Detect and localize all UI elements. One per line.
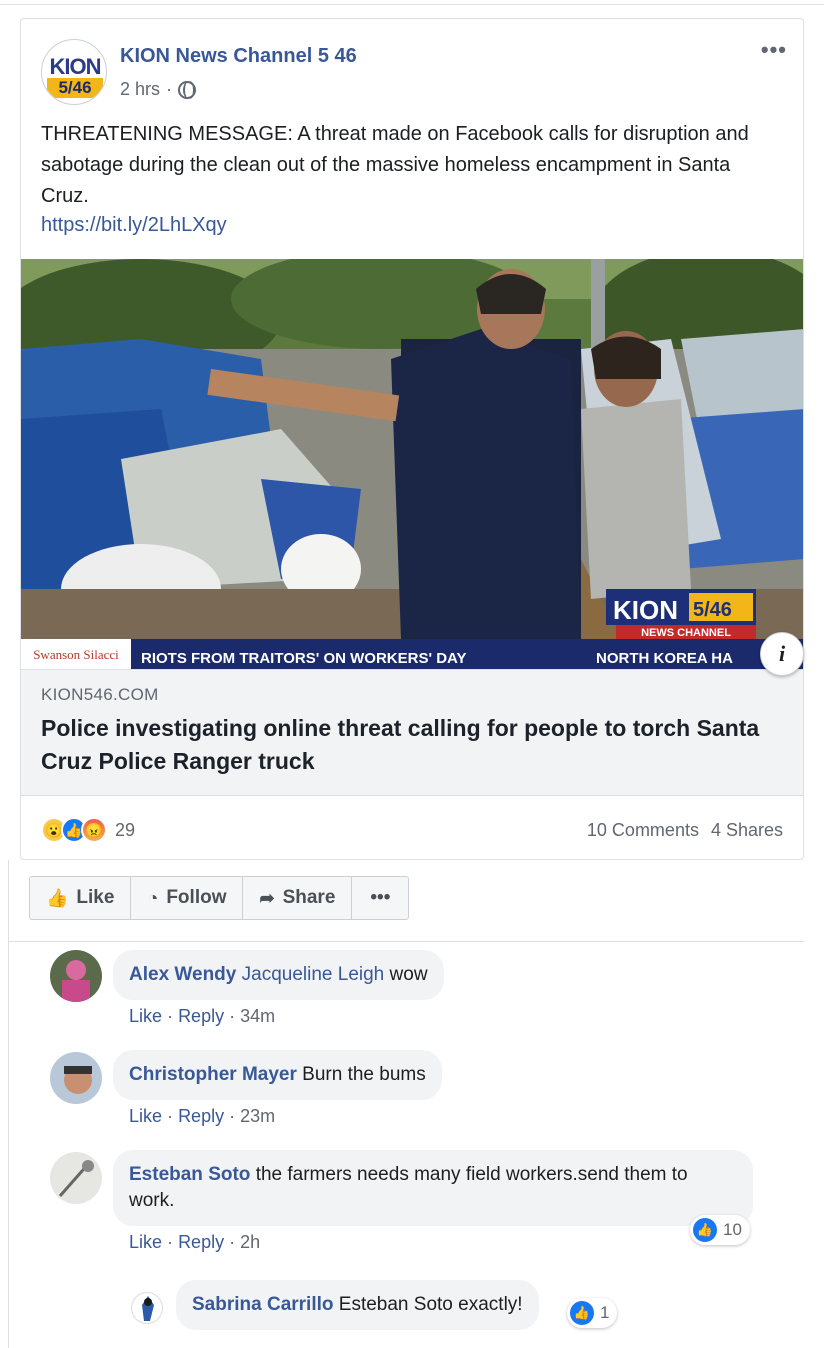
comment-bubble: Christopher Mayer Burn the bums [113,1050,442,1100]
news-image[interactable]: Swanson Silacci RIOTS FROM TRAITORS' ON … [21,259,803,669]
thumbs-up-icon: 👍 [570,1301,594,1325]
comment-author[interactable]: Christopher Mayer [129,1064,297,1085]
comment-bubble: Alex Wendy Jacqueline Leigh wow [113,950,444,1000]
comment-bubble: Esteban Soto the farmers needs many fiel… [113,1150,753,1226]
comment-like-link[interactable]: Like [129,1106,162,1126]
meta-separator: · [167,1232,174,1252]
comment-time[interactable]: 23m [240,1106,275,1126]
avatar-photo [142,1296,154,1321]
meta-separator: · [229,1106,236,1126]
top-divider [0,4,824,5]
comment-like-count[interactable]: 👍 10 [690,1215,750,1245]
reply-author[interactable]: Sabrina Carrillo [192,1294,334,1315]
shares-count[interactable]: 4 Shares [711,820,783,841]
comment-actions: Like · Reply · 2h [129,1232,260,1253]
ticker-right-text: NORTH KOREA HA [596,650,733,667]
action-bar-container: 👍 Like ◔ Follow ➦ Share ••• [8,860,804,942]
info-icon[interactable]: i [760,632,804,676]
comment-reply-link[interactable]: Reply [178,1232,224,1252]
post-options-icon[interactable]: ••• [761,37,787,63]
comment-reply-link[interactable]: Reply [178,1006,224,1026]
meta-separator: · [229,1006,236,1026]
more-actions-icon: ••• [370,887,391,908]
like-label: Like [76,887,115,908]
avatar[interactable] [131,1292,163,1324]
comment-actions: Like · Reply · 23m [129,1106,275,1127]
comment-like-number: 10 [723,1220,742,1239]
meta-separator: · [167,1006,174,1026]
bug-subtitle: NEWS CHANNEL [641,627,731,639]
bug-logo-text: KION [613,595,678,625]
follow-button[interactable]: ◔ Follow [131,877,244,919]
attachment-domain: KION546.COM [41,685,159,704]
comments-count[interactable]: 10 Comments [587,820,699,841]
avatar-channel-number: 5/46 [47,78,103,98]
thumbs-up-icon: 👍 [693,1218,717,1242]
post-counts: 10 Comments 4 Shares [587,820,783,841]
reply-like-count[interactable]: 👍 1 [567,1298,618,1328]
post-timestamp[interactable]: 2 hrs [120,79,160,100]
ticker-left-text: RIOTS FROM TRAITORS' ON WORKERS' DAY [141,650,466,667]
post-text: THREATENING MESSAGE: A threat made on Fa… [41,123,749,207]
comment-reply-link[interactable]: Reply [178,1106,224,1126]
action-bar: 👍 Like ◔ Follow ➦ Share ••• [29,876,410,920]
more-actions-button[interactable]: ••• [352,877,408,919]
angry-reaction-icon: 😠 [81,817,107,843]
avatar-photo [62,960,90,1002]
comment-text: Burn the bums [302,1064,426,1085]
avatar-logo-text: KION [49,54,102,79]
page-avatar[interactable]: KION 5/46 [41,39,107,105]
like-button[interactable]: 👍 Like [30,877,132,919]
post-meta: 2 hrs · [120,79,197,100]
comment-time[interactable]: 2h [240,1232,260,1252]
share-label: Share [282,887,336,908]
follow-label: Follow [166,887,227,908]
meta-separator: · [229,1232,236,1252]
ticker-sponsor-logo: Swanson Silacci [33,647,119,662]
bug-channel-number: 5/46 [693,599,732,621]
reaction-count[interactable]: 29 [115,820,135,841]
news-photo: Swanson Silacci RIOTS FROM TRAITORS' ON … [21,259,803,669]
reply-mention[interactable]: Esteban Soto [339,1294,453,1315]
comments-section: Alex Wendy Jacqueline Leigh wow Like · R… [8,942,804,1348]
comment-author[interactable]: Esteban Soto [129,1164,250,1185]
globe-icon[interactable] [178,80,197,99]
comment-mention[interactable]: Jacqueline Leigh [242,964,385,985]
comment-text: wow [389,964,428,985]
thumbs-up-icon: 👍 [46,887,69,908]
avatar[interactable] [50,1152,102,1204]
reply-text: exactly! [458,1294,523,1315]
comment-time[interactable]: 34m [240,1006,275,1026]
post-link[interactable]: https://bit.ly/2LhLXqy [41,214,227,237]
comment-like-link[interactable]: Like [129,1006,162,1026]
page-name-link[interactable]: KION News Channel 5 46 [120,45,357,68]
rss-icon: ◔ [147,887,159,908]
comment-like-link[interactable]: Like [129,1232,162,1252]
comment-actions: Like · Reply · 34m [129,1006,275,1027]
reply-like-number: 1 [600,1303,610,1322]
comment-author[interactable]: Alex Wendy [129,964,236,985]
link-attachment[interactable]: KION546.COM Police investigating online … [21,669,803,796]
meta-separator: · [166,79,173,99]
attachment-headline[interactable]: Police investigating online threat calli… [41,712,761,778]
meta-separator: · [167,1106,174,1126]
avatar[interactable] [50,950,102,1002]
post-card: KION 5/46 KION News Channel 5 46 2 hrs ·… [20,18,804,860]
avatar[interactable] [50,1052,102,1104]
share-button[interactable]: ➦ Share [243,877,353,919]
comment-bubble: Sabrina Carrillo Esteban Soto exactly! [176,1280,539,1330]
avatar-photo [64,1066,92,1094]
reactions-summary[interactable]: 😮 👍 😠 29 [41,817,135,843]
share-arrow-icon: ➦ [259,887,275,908]
avatar-photo [58,1160,94,1197]
